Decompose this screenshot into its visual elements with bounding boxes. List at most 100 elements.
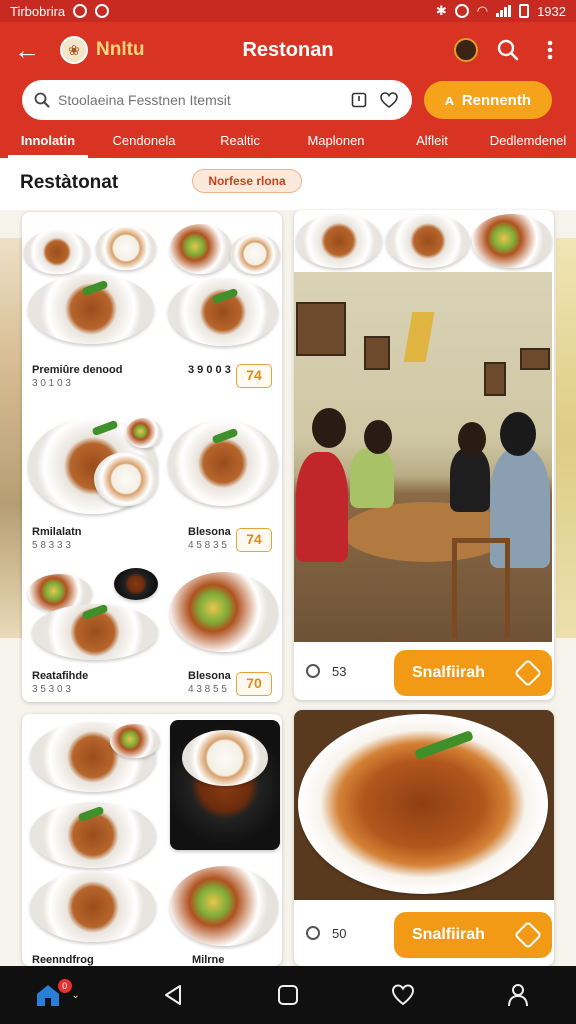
menu-item-price-sub: 4 5 8 3 5 (188, 540, 227, 551)
search-band: ᴀ Rennenth (0, 78, 576, 124)
menu-item-name: Reatafihde (32, 670, 89, 682)
menu-card[interactable]: Reenndfrog Milrne (22, 714, 282, 966)
bottom-nav: 0 ⌄ (0, 966, 576, 1024)
tab-5[interactable]: Dedlemdenel (480, 124, 576, 158)
tab-3[interactable]: Maplonen (288, 124, 384, 158)
diner-figure (350, 448, 394, 508)
menu-item-name: Rmilalatn (32, 526, 82, 538)
food-image (170, 224, 232, 274)
section-header: Restàtonat Norfese rlona (0, 158, 576, 210)
status-bar: Tirbobrira ✱ ◠ 1932 (0, 0, 576, 22)
tab-1[interactable]: Cendonela (96, 124, 192, 158)
section-chip[interactable]: Norfese rlona (192, 169, 302, 193)
diner-head (312, 408, 346, 448)
food-image (296, 214, 382, 268)
battery-icon (519, 4, 530, 18)
left-decoration (0, 238, 22, 638)
app-bar: ← ❀ Nnltu Restonan (0, 22, 576, 78)
select-radio[interactable] (306, 664, 320, 678)
app-status-icon (95, 4, 110, 18)
more-vert-icon[interactable] (538, 38, 562, 62)
food-image (298, 714, 548, 894)
wifi-icon: ◠ (476, 3, 489, 18)
search-bar (22, 80, 412, 120)
search-button-icon: ᴀ (445, 91, 454, 109)
food-image (168, 278, 278, 346)
mascot-icon[interactable] (454, 38, 478, 62)
rating-box[interactable]: 74 (236, 364, 272, 388)
back-arrow-icon[interactable]: ← (14, 35, 50, 66)
main-content: Restàtonat Norfese rlona Premiûre denood… (0, 158, 576, 966)
back-nav-item[interactable] (143, 973, 203, 1017)
heart-icon (392, 984, 415, 1006)
review-count: 50 (332, 926, 347, 941)
menu-item-price-sub: 4 3 8 5 5 (188, 684, 227, 695)
category-tabs: Innolatin Cendonela Realtic Maplonen Alf… (0, 124, 576, 158)
restaurant-card[interactable]: 53 Snalfiirah (294, 210, 554, 700)
food-image (472, 214, 552, 268)
user-icon (508, 984, 529, 1007)
diner-head (500, 412, 536, 456)
lantern-decoration (403, 312, 435, 362)
restaurant-card[interactable]: 50 Snalfiirah (294, 710, 554, 966)
search-button-label: Rennenth (461, 91, 531, 109)
food-image (114, 568, 158, 600)
wall-picture (364, 336, 390, 370)
favorite-icon[interactable] (378, 89, 400, 111)
back-triangle-icon (164, 985, 181, 1005)
menu-item-price: Blesona (188, 670, 231, 682)
food-image (230, 234, 280, 274)
food-image (386, 214, 470, 268)
signal-icon (496, 5, 512, 17)
tab-0[interactable]: Innolatin (0, 124, 96, 158)
favorites-nav-item[interactable] (373, 973, 433, 1017)
home-nav-item[interactable]: 0 ⌄ (28, 973, 88, 1017)
menu-item-sub: 3 0 1 0 3 (32, 378, 71, 389)
diner-head (458, 422, 486, 456)
tab-2[interactable]: Realtic (192, 124, 288, 158)
select-radio[interactable] (306, 926, 320, 940)
tag-icon (513, 658, 543, 688)
dining-chair (452, 538, 510, 638)
notification-icon (73, 4, 88, 18)
menu-item-price: 3 9 0 0 3 (188, 364, 231, 376)
wall-picture (296, 302, 346, 356)
section-title: Restàtonat (20, 172, 119, 193)
status-time: 1932 (537, 3, 566, 19)
menu-card[interactable]: Premiûre denood 3 0 1 0 3 3 9 0 0 3 74 R… (22, 212, 282, 702)
search-button[interactable]: ᴀ Rennenth (424, 81, 552, 119)
search-icon[interactable] (496, 38, 520, 62)
diner-figure (296, 452, 348, 562)
diner-head (364, 420, 392, 454)
order-button[interactable]: Snalfiirah (394, 650, 552, 696)
brand-name: Nnltu (96, 39, 145, 60)
food-image (170, 572, 278, 652)
food-image (126, 418, 162, 448)
search-input[interactable] (58, 92, 340, 108)
rating-box[interactable]: 70 (236, 672, 272, 696)
home-badge: 0 (57, 979, 72, 993)
brand-logo: ❀ (60, 36, 88, 64)
food-image (30, 872, 156, 942)
rating-box[interactable]: 74 (236, 528, 272, 552)
status-left-text: Tirbobrira (10, 3, 66, 19)
profile-nav-item[interactable] (488, 973, 548, 1017)
order-button[interactable]: Snalfiirah (394, 912, 552, 958)
diner-figure (450, 448, 490, 512)
food-image (24, 230, 90, 274)
wall-picture (520, 348, 550, 370)
restaurant-photo (294, 272, 552, 642)
menu-item-price: Milrne (192, 954, 225, 966)
food-image (94, 452, 158, 506)
wall-picture (484, 362, 506, 396)
menu-item-price: Blesona (188, 526, 231, 538)
food-image (110, 724, 160, 758)
tab-4[interactable]: Alfleit (384, 124, 480, 158)
square-icon (277, 985, 298, 1005)
home-square-nav-item[interactable] (258, 973, 318, 1017)
right-decoration (556, 238, 576, 638)
menu-item-sub: 5 8 3 3 3 (32, 540, 71, 551)
menu-item-sub: 3 5 3 0 3 (32, 684, 71, 695)
scan-icon[interactable] (348, 89, 370, 111)
menu-item-name: Premiûre denood (32, 364, 123, 376)
